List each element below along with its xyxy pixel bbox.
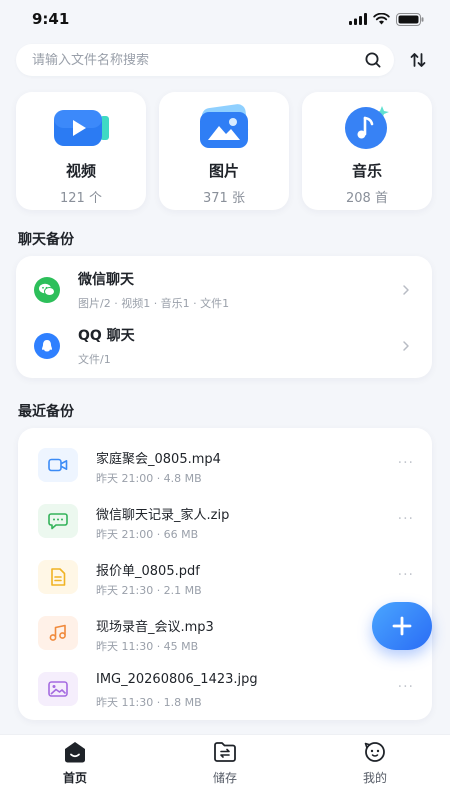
category-name: 音乐: [351, 162, 382, 180]
image-icon: [193, 104, 255, 150]
chat-backup-card: 微信聊天 图片/2 · 视频1 · 音乐1 · 文件1 QQ 聊天 文件/1: [16, 256, 432, 378]
music-icon: [336, 104, 398, 150]
file-name: 家庭聚会_0805.mp4: [96, 452, 221, 467]
recent-file-item[interactable]: 家庭聚会_0805.mp4 昨天 21:00 · 4.8 MB ···: [18, 436, 432, 492]
qq-icon: [34, 333, 60, 359]
chat-item-title: QQ 聊天: [78, 328, 135, 344]
category-count: 208 首: [346, 191, 388, 206]
file-name: 微信聊天记录_家人.zip: [96, 508, 230, 523]
tab-profile[interactable]: 我的: [300, 735, 450, 800]
category-card-image[interactable]: 图片 371 张: [159, 92, 289, 210]
audio-file-icon: [38, 616, 78, 650]
status-bar: 9:41: [0, 0, 450, 38]
category-row: 视频 121 个 图片 371 张 音乐 208 首: [16, 92, 432, 210]
video-icon: [50, 104, 112, 150]
category-count: 371 张: [203, 191, 245, 206]
search-icon[interactable]: [364, 51, 382, 69]
wechat-icon: [34, 277, 60, 303]
chat-item-qq[interactable]: QQ 聊天 文件/1: [16, 318, 432, 374]
file-name: 现场录音_会议.mp3: [96, 620, 214, 635]
search-row: [16, 44, 434, 76]
sort-arrows-icon: [410, 53, 426, 67]
chat-item-text: 微信聊天 图片/2 · 视频1 · 音乐1 · 文件1: [78, 269, 229, 311]
bottom-tab-bar: 首页 储存 我的: [0, 734, 450, 800]
file-meta: 昨天 21:00 · 4.8 MB: [96, 472, 202, 485]
image-file-icon: [38, 672, 78, 706]
recent-file-item[interactable]: 微信聊天记录_家人.zip 昨天 21:00 · 66 MB ···: [18, 492, 432, 548]
chat-item-title: 微信聊天: [78, 272, 134, 288]
chat-file-icon: [38, 504, 78, 538]
more-options-icon[interactable]: ···: [398, 456, 414, 470]
battery-icon: [396, 12, 424, 26]
category-name: 图片: [208, 162, 239, 180]
search-box[interactable]: [16, 44, 394, 76]
wifi-icon: [373, 13, 390, 25]
profile-face-icon: [364, 742, 385, 762]
cellular-signal-icon: [349, 13, 367, 25]
tab-label: 首页: [62, 771, 87, 785]
more-options-icon[interactable]: ···: [398, 680, 414, 694]
chat-item-wechat[interactable]: 微信聊天 图片/2 · 视频1 · 音乐1 · 文件1: [16, 262, 432, 318]
search-input[interactable]: [32, 52, 364, 68]
chat-section-title: 聊天备份: [18, 232, 74, 248]
recent-backup-card: 家庭聚会_0805.mp4 昨天 21:00 · 4.8 MB ··· 微信聊天…: [18, 428, 432, 720]
tab-home[interactable]: 首页: [0, 735, 150, 800]
file-meta: 昨天 11:30 · 1.8 MB: [96, 696, 202, 709]
chat-item-subtitle: 图片/2 · 视频1 · 音乐1 · 文件1: [78, 297, 230, 310]
video-file-icon: [38, 448, 78, 482]
category-card-music[interactable]: 音乐 208 首: [302, 92, 432, 210]
file-name: 报价单_0805.pdf: [96, 564, 200, 579]
plus-icon: [392, 616, 412, 636]
chat-item-text: QQ 聊天 文件/1: [78, 325, 135, 367]
file-name: IMG_20260806_1423.jpg: [96, 672, 258, 687]
recent-file-item[interactable]: IMG_20260806_1423.jpg 昨天 11:30 · 1.8 MB …: [18, 660, 432, 716]
chevron-right-icon: [403, 285, 409, 295]
file-meta: 昨天 21:30 · 2.1 MB: [96, 584, 202, 597]
more-options-icon[interactable]: ···: [398, 568, 414, 582]
tab-label: 我的: [362, 771, 387, 785]
category-card-video[interactable]: 视频 121 个: [16, 92, 146, 210]
status-icons: [349, 12, 424, 26]
more-options-icon[interactable]: ···: [398, 512, 414, 526]
category-name: 视频: [65, 162, 96, 180]
chat-item-subtitle: 文件/1: [78, 353, 111, 366]
add-fab-button[interactable]: [372, 602, 432, 650]
document-file-icon: [38, 560, 78, 594]
storage-folder-icon: [214, 742, 236, 762]
file-meta: 昨天 21:00 · 66 MB: [96, 528, 199, 541]
file-meta: 昨天 11:30 · 45 MB: [96, 640, 199, 653]
home-icon: [65, 742, 85, 763]
tab-label: 储存: [212, 771, 237, 785]
recent-file-item[interactable]: 报价单_0805.pdf 昨天 21:30 · 2.1 MB ···: [18, 548, 432, 604]
status-time: 9:41: [32, 10, 70, 28]
recent-section-title: 最近备份: [18, 404, 74, 420]
category-count: 121 个: [60, 191, 102, 206]
sort-button[interactable]: [402, 44, 434, 76]
recent-file-item[interactable]: 现场录音_会议.mp3 昨天 11:30 · 45 MB ···: [18, 604, 432, 660]
tab-storage[interactable]: 储存: [150, 735, 300, 800]
chevron-right-icon: [403, 341, 409, 351]
